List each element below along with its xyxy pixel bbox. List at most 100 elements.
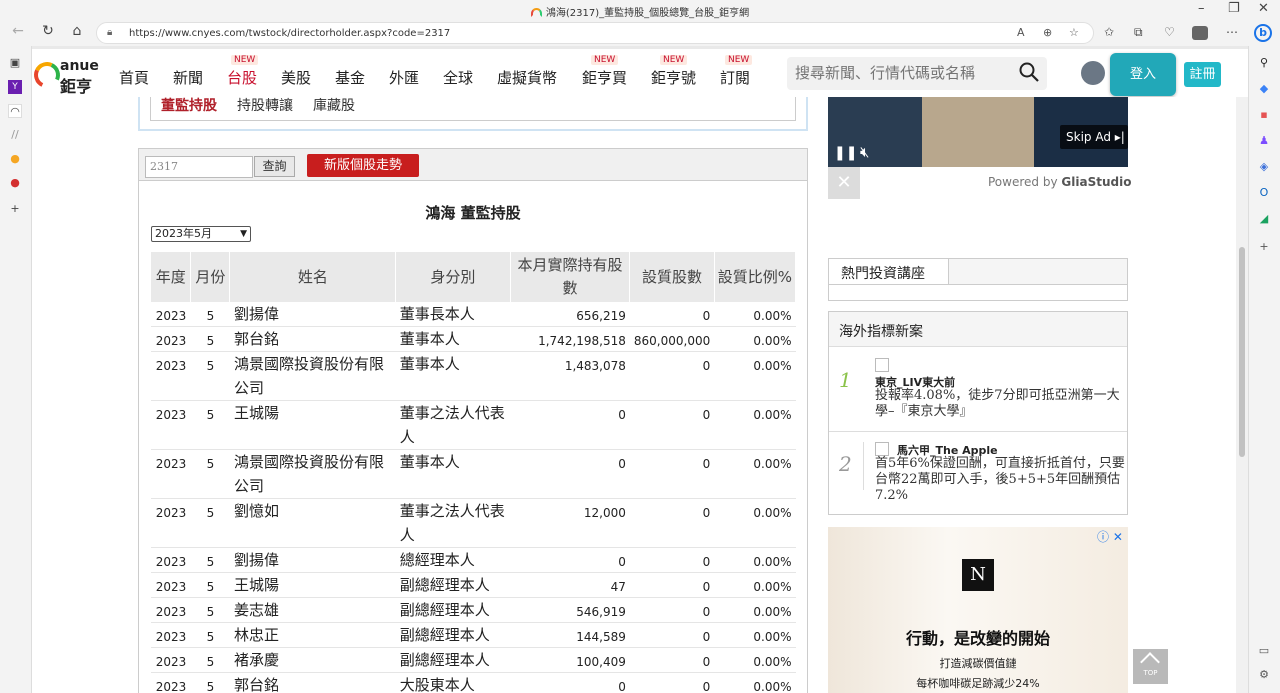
nav-anue-account[interactable]: 鉅亨號 (651, 67, 696, 88)
new-tab-icon[interactable]: + (8, 202, 22, 216)
nav-forex[interactable]: 外匯 (389, 67, 419, 88)
skip-ad-button[interactable]: Skip Ad ▸| (1060, 125, 1128, 149)
tab-icon[interactable]: // (8, 128, 22, 142)
mute-icon[interactable]: 🔇︎ (860, 143, 869, 161)
pinterest-tab-icon[interactable]: ● (8, 176, 22, 190)
subnav-inner: 董監持股 持股轉讓 庫藏股 (150, 97, 796, 121)
overseas-projects-box: 海外指標新案 1 東京_LIV東大前 投報率4.08%，徒步7分即可抵亞洲第一大… (828, 311, 1128, 515)
back-to-top-button[interactable]: TOP (1133, 649, 1168, 684)
page-scrollbar[interactable] (1236, 97, 1248, 693)
tab-actions-icon[interactable]: ▣ (8, 56, 22, 70)
list-item[interactable]: 2 馬六甲_The Apple 首5年6%保證回酬，可直接折抵首付，只要台幣22… (829, 432, 1127, 514)
nav-news[interactable]: 新聞 (173, 67, 203, 88)
nav-subscribe[interactable]: 訂閱 (720, 67, 750, 88)
nav-fund[interactable]: 基金 (335, 67, 365, 88)
ad-image (922, 97, 1034, 167)
sidebar-layout-icon[interactable]: ▭ (1257, 644, 1271, 658)
pause-icon[interactable]: ❚❚ (834, 145, 857, 161)
bing-chat-icon[interactable]: b (1254, 24, 1272, 42)
sidebar-settings-icon[interactable]: ⚙ (1257, 668, 1271, 682)
col-pledge-ratio: 設質比例% (714, 252, 797, 302)
minimize-button[interactable]: – (1198, 1, 1205, 16)
maximize-button[interactable]: ❐ (1228, 1, 1240, 16)
home-icon[interactable]: ⌂ (67, 23, 87, 39)
drop-icon[interactable]: ◢ (1257, 212, 1271, 226)
extension-icon[interactable]: ♡ (1164, 25, 1175, 39)
zoom-icon[interactable]: ⊕ (1043, 26, 1052, 39)
close-ad-icon[interactable]: ✕ (828, 167, 860, 199)
ad-choices-icon[interactable]: ⓘ ✕ (1097, 528, 1123, 545)
table-row: 2023 5 劉憶如 董事之法人代表人 12,000 0 0.00% (151, 498, 796, 548)
cell-shares: 0 (510, 547, 630, 573)
outlook-icon[interactable]: O (1257, 186, 1271, 200)
subnav-director-holding[interactable]: 董監持股 (161, 97, 217, 115)
yahoo-tab-icon[interactable]: Y (8, 80, 22, 94)
address-bar[interactable]: 🔒︎ https://www.cnyes.com/twstock/directo… (96, 22, 1094, 44)
close-window-button[interactable]: ✕ (1258, 1, 1269, 16)
add-sidebar-icon[interactable]: + (1257, 240, 1271, 254)
cell-name: 鴻景國際投資股份有限公司 (229, 351, 396, 401)
anue-logo[interactable]: anue 鉅亨 (30, 58, 102, 96)
new-version-chart-button[interactable]: 新版個股走勢 (307, 154, 419, 177)
table-row: 2023 5 郭台銘 大股東本人 0 0 0.00% (151, 672, 796, 693)
cell-name: 劉憶如 (229, 498, 396, 548)
back-icon[interactable]: ← (8, 23, 28, 39)
user-icon[interactable] (1081, 61, 1105, 85)
display-ad[interactable]: N 行動，是改變的開始 打造減碳價值鏈 每杯咖啡碳足跡減少24% (828, 527, 1128, 693)
powered-by-brand: GliaStudio (1061, 175, 1132, 189)
register-button[interactable]: 註冊 (1184, 62, 1221, 87)
search-input[interactable] (795, 64, 1005, 82)
profile-avatar[interactable] (1192, 26, 1208, 40)
new-badge: NEW (231, 55, 259, 65)
favorite-star-icon[interactable]: ☆ (1069, 26, 1079, 39)
cell-shares: 12,000 (510, 498, 630, 548)
nav-home[interactable]: 首頁 (119, 67, 149, 88)
search-sidebar-icon[interactable]: ⚲ (1257, 56, 1271, 70)
item-desc: 投報率4.08%，徒步7分即可抵亞洲第一大學–『東京大學』 (875, 388, 1120, 419)
query-button[interactable]: 查詢 (254, 156, 295, 177)
nespresso-logo-icon: N (962, 559, 994, 591)
more-menu-icon[interactable]: ⋯ (1226, 25, 1238, 39)
collections-icon[interactable]: ⧉ (1134, 25, 1143, 40)
cell-month: 5 (190, 572, 230, 598)
cell-pledged: 0 (629, 672, 715, 693)
cell-pledge-ratio: 0.00% (714, 351, 796, 401)
chevron-down-icon: ▼ (240, 229, 247, 239)
shopping-icon[interactable]: ◆ (1257, 82, 1271, 96)
nav-global[interactable]: 全球 (443, 67, 473, 88)
search-icon[interactable] (1019, 62, 1039, 82)
cell-month: 5 (190, 400, 230, 450)
tools-icon[interactable]: ▪ (1257, 108, 1271, 122)
list-item[interactable]: 1 東京_LIV東大前 投報率4.08%，徒步7分即可抵亞洲第一大學–『東京大學… (829, 348, 1127, 432)
nav-us-stock[interactable]: 美股 (281, 67, 311, 88)
subnav-share-transfer[interactable]: 持股轉讓 (237, 97, 293, 115)
login-button[interactable]: 登入 (1110, 53, 1176, 96)
anue-tab-icon[interactable]: ◠ (8, 104, 22, 118)
tab-icon-orange[interactable]: ● (8, 152, 22, 166)
read-aloud-icon[interactable]: A (1017, 26, 1025, 39)
stock-code-input[interactable]: 2317 (145, 156, 253, 178)
cell-year: 2023 (151, 547, 191, 573)
table-row: 2023 5 郭台銘 董事本人 1,742,198,518 860,000,000 0.00… (151, 326, 796, 352)
site-header: anue 鉅亨 首頁 新聞 NEW 台股 美股 基金 外匯 全球 虛擬貨幣 NE… (30, 46, 1248, 97)
month-select[interactable]: 2023年5月 ▼ (151, 226, 251, 242)
nav-anue-buy[interactable]: 鉅亨買 (582, 67, 627, 88)
holdings-table: 年度 月份 姓名 身分別 本月實際持有股數 設質股數 設質比例% 2023 5 劉揚… (151, 252, 797, 693)
new-badge: NEW (660, 55, 688, 65)
hot-lectures-title[interactable]: 熱門投資講座 (829, 259, 949, 285)
nav-crypto[interactable]: 虛擬貨幣 (497, 67, 557, 88)
new-badge: NEW (725, 55, 753, 65)
col-shares: 本月實際持有股數 (510, 252, 631, 302)
new-badge: NEW (591, 55, 619, 65)
cell-shares: 546,919 (510, 597, 630, 623)
item-number: 2 (839, 452, 852, 476)
item-image (875, 358, 889, 372)
office-icon[interactable]: ◈ (1257, 160, 1271, 174)
favorites-icon[interactable]: ✩ (1104, 25, 1114, 39)
nav-tw-stock[interactable]: 台股 (227, 67, 257, 88)
reload-icon[interactable]: ↻ (38, 23, 58, 39)
games-icon[interactable]: ♟ (1257, 134, 1271, 148)
cell-pledge-ratio: 0.00% (714, 326, 796, 352)
subnav-treasury-stock[interactable]: 庫藏股 (313, 97, 355, 115)
scrollbar-thumb[interactable] (1239, 247, 1245, 457)
